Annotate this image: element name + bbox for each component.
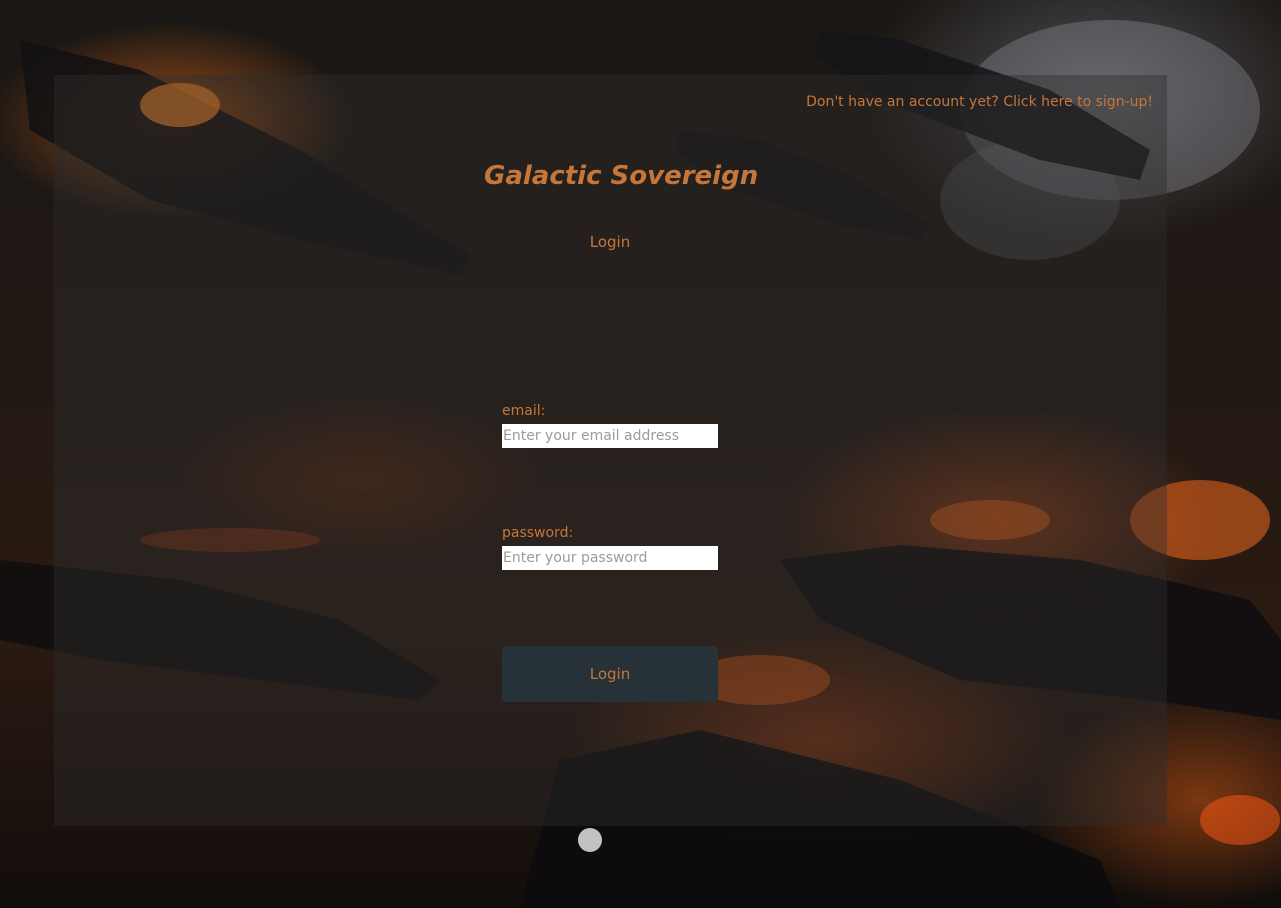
- password-field[interactable]: [502, 546, 718, 570]
- login-heading: Login: [589, 233, 631, 251]
- app-title: Galactic Sovereign: [484, 161, 759, 191]
- signup-link[interactable]: Don't have an account yet? Click here to…: [806, 94, 1153, 110]
- email-label: email:: [502, 403, 546, 419]
- login-panel: Don't have an account yet? Click here to…: [54, 75, 1167, 826]
- email-field[interactable]: [502, 424, 718, 448]
- login-button[interactable]: Login: [502, 646, 718, 702]
- password-label: password:: [502, 525, 574, 541]
